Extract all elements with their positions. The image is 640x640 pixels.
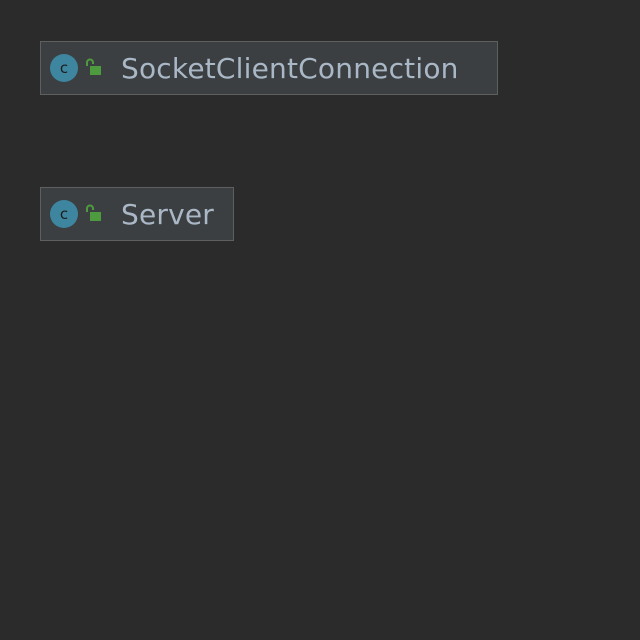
unlocked-public-icon (86, 204, 101, 221)
class-name: Server (121, 197, 215, 231)
class-name: SocketClientConnection (121, 51, 459, 85)
class-icon: c (50, 54, 78, 82)
unlocked-public-icon (86, 58, 101, 75)
class-node-server[interactable]: c Server (40, 187, 234, 241)
diagram-canvas: c SocketClientConnection c Server (0, 0, 640, 640)
class-node-socket-client-connection[interactable]: c SocketClientConnection (40, 41, 498, 95)
class-icon: c (50, 200, 78, 228)
